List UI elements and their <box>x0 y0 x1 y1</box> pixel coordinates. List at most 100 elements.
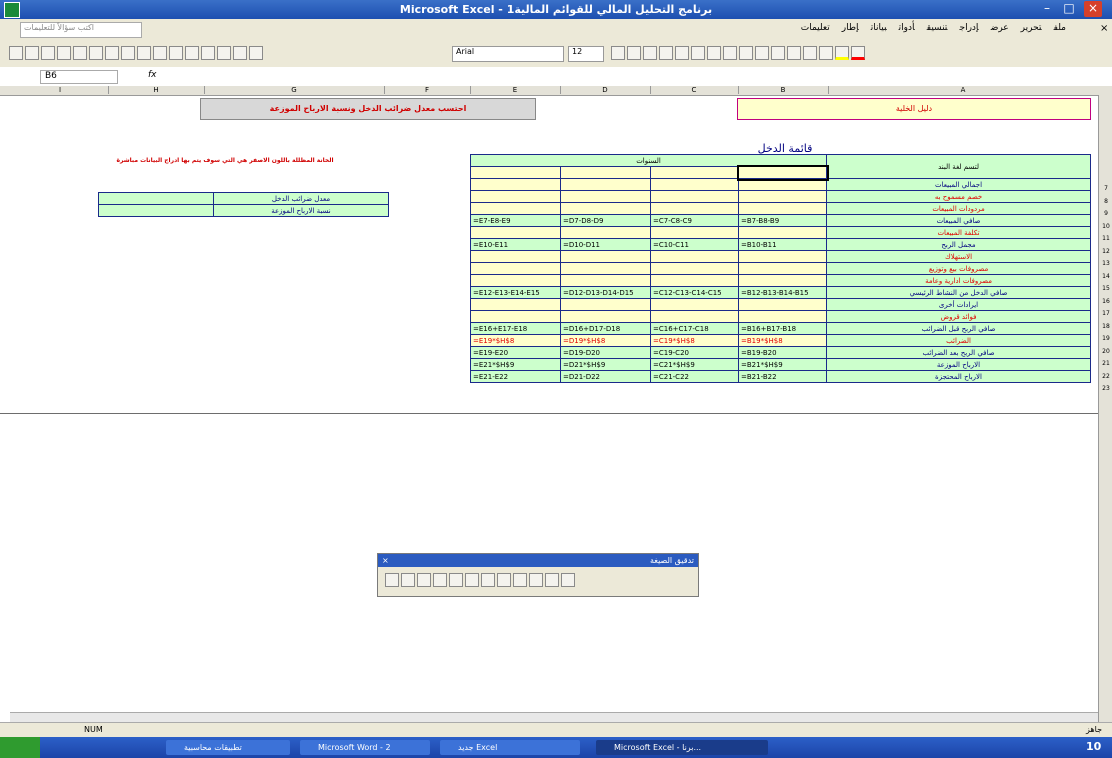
borders-icon[interactable] <box>819 46 833 60</box>
value-cell[interactable] <box>560 178 651 191</box>
menu-item[interactable]: أدوات <box>893 23 921 33</box>
merge-center-icon[interactable] <box>707 46 721 60</box>
decrease-decimal-icon[interactable] <box>787 46 801 60</box>
value-cell[interactable]: =D21-D22 <box>560 370 651 383</box>
row-number[interactable]: 8 <box>1099 198 1112 205</box>
item-name-header[interactable]: لتسم لغة البند <box>826 154 1092 179</box>
taskbar-button-accounting[interactable]: تطبيقات محاسبية <box>166 740 290 755</box>
value-cell[interactable] <box>560 250 651 263</box>
spelling-icon[interactable] <box>121 46 135 60</box>
row-number[interactable]: 13 <box>1099 260 1112 267</box>
percent-icon[interactable] <box>739 46 753 60</box>
formula-auditing-toolbar[interactable]: تدقيق الصيغة × <box>377 553 699 597</box>
value-cell[interactable] <box>560 202 651 215</box>
value-cell[interactable]: =B16+B17-B18 <box>737 322 828 335</box>
value-cell[interactable]: =B19*$H$8 <box>737 334 828 347</box>
value-cell[interactable]: =C12-C13-C14-C15 <box>650 286 739 299</box>
doc-close-icon[interactable]: × <box>1100 23 1108 34</box>
taskbar-button-new-excel[interactable]: جديد Excel <box>440 740 580 755</box>
value-cell[interactable] <box>650 250 739 263</box>
column-header-I[interactable]: I <box>12 86 109 94</box>
underline-icon[interactable] <box>643 46 657 60</box>
name-box[interactable]: B6 <box>40 70 118 84</box>
autosum-icon[interactable] <box>201 46 215 60</box>
value-cell[interactable]: =B12-B13-B14-B15 <box>737 286 828 299</box>
trace-error-icon[interactable] <box>481 573 495 587</box>
column-header-B[interactable]: B <box>738 86 829 94</box>
align-center-icon[interactable] <box>675 46 689 60</box>
row-number[interactable]: 20 <box>1099 348 1112 355</box>
value-cell[interactable]: =D7-D8-D9 <box>560 214 651 227</box>
value-cell[interactable] <box>470 202 561 215</box>
menu-item[interactable]: تحرير <box>1015 23 1048 33</box>
ask-question-box[interactable]: اكتب سؤالاً للتعليمات <box>20 22 142 38</box>
value-cell[interactable]: =B7-B8-B9 <box>737 214 828 227</box>
value-cell[interactable]: =C21*$H$9 <box>650 358 739 371</box>
restore-icon[interactable]: □ <box>1060 1 1078 17</box>
bold-icon[interactable] <box>611 46 625 60</box>
value-cell[interactable] <box>737 178 828 191</box>
value-cell[interactable] <box>560 226 651 239</box>
print-preview-icon[interactable] <box>105 46 119 60</box>
print-icon[interactable] <box>89 46 103 60</box>
align-left-icon[interactable] <box>659 46 673 60</box>
row-number[interactable]: 23 <box>1099 385 1112 392</box>
menu-item[interactable]: تعليمات <box>795 23 836 33</box>
start-button[interactable] <box>0 737 40 758</box>
trace-precedents-icon[interactable] <box>401 573 415 587</box>
value-cell[interactable] <box>650 310 739 323</box>
horizontal-scrollbar[interactable] <box>10 712 1098 722</box>
minimize-icon[interactable]: – <box>1038 1 1056 17</box>
toolbar-close-icon[interactable]: × <box>382 554 389 567</box>
value-cell[interactable] <box>650 226 739 239</box>
rate-value[interactable] <box>98 192 214 205</box>
value-cell[interactable]: =B21*$H$9 <box>737 358 828 371</box>
value-cell[interactable]: =D16+D17-D18 <box>560 322 651 335</box>
column-header-E[interactable]: E <box>470 86 561 94</box>
remove-all-arrows-icon[interactable] <box>465 573 479 587</box>
year-cell[interactable] <box>470 166 561 179</box>
column-header-D[interactable]: D <box>560 86 651 94</box>
watch-window-icon[interactable] <box>545 573 559 587</box>
value-cell[interactable]: =E19-E20 <box>470 346 561 359</box>
email-icon[interactable] <box>73 46 87 60</box>
row-number[interactable]: 17 <box>1099 310 1112 317</box>
cut-icon[interactable] <box>137 46 151 60</box>
column-header-F[interactable]: F <box>384 86 471 94</box>
banner-button[interactable]: احتسب معدل ضرائب الدخل ونسبة الارباح الم… <box>200 98 536 120</box>
close-icon[interactable]: × <box>1084 1 1102 17</box>
increase-decimal-icon[interactable] <box>771 46 785 60</box>
hyperlink-icon[interactable] <box>185 46 199 60</box>
currency-icon[interactable] <box>723 46 737 60</box>
value-cell[interactable]: =D10-D11 <box>560 238 651 251</box>
row-number[interactable]: 19 <box>1099 335 1112 342</box>
help-icon[interactable] <box>249 46 263 60</box>
menu-item[interactable]: ملف <box>1048 23 1072 33</box>
copy-icon[interactable] <box>153 46 167 60</box>
row-number[interactable]: 11 <box>1099 235 1112 242</box>
align-right-icon[interactable] <box>691 46 705 60</box>
value-cell[interactable]: =D12-D13-D14-D15 <box>560 286 651 299</box>
value-cell[interactable] <box>737 298 828 311</box>
row-headers[interactable]: 7 8 9 10 11 12 13 14 15 16 17 18 19 20 21 22 23 <box>1098 95 1112 735</box>
value-cell[interactable]: =C16+C17-C18 <box>650 322 739 335</box>
value-cell[interactable]: =D19*$H$8 <box>560 334 651 347</box>
column-header-C[interactable]: C <box>650 86 739 94</box>
undo-icon[interactable] <box>169 46 183 60</box>
menu-item[interactable]: بيانات <box>865 23 893 33</box>
trace-dependents-icon[interactable] <box>433 573 447 587</box>
value-cell[interactable] <box>650 274 739 287</box>
years-header[interactable]: السنوات <box>469 154 828 167</box>
menu-item[interactable]: إطار <box>836 23 865 33</box>
comma-icon[interactable] <box>755 46 769 60</box>
evaluate-formula-icon[interactable] <box>561 573 575 587</box>
permission-icon[interactable] <box>57 46 71 60</box>
value-cell[interactable] <box>650 298 739 311</box>
row-number[interactable]: 22 <box>1099 373 1112 380</box>
circle-invalid-icon[interactable] <box>513 573 527 587</box>
save-icon[interactable] <box>41 46 55 60</box>
clear-circles-icon[interactable] <box>529 573 543 587</box>
value-cell[interactable] <box>470 190 561 203</box>
error-check-icon[interactable] <box>385 573 399 587</box>
value-cell[interactable] <box>737 190 828 203</box>
